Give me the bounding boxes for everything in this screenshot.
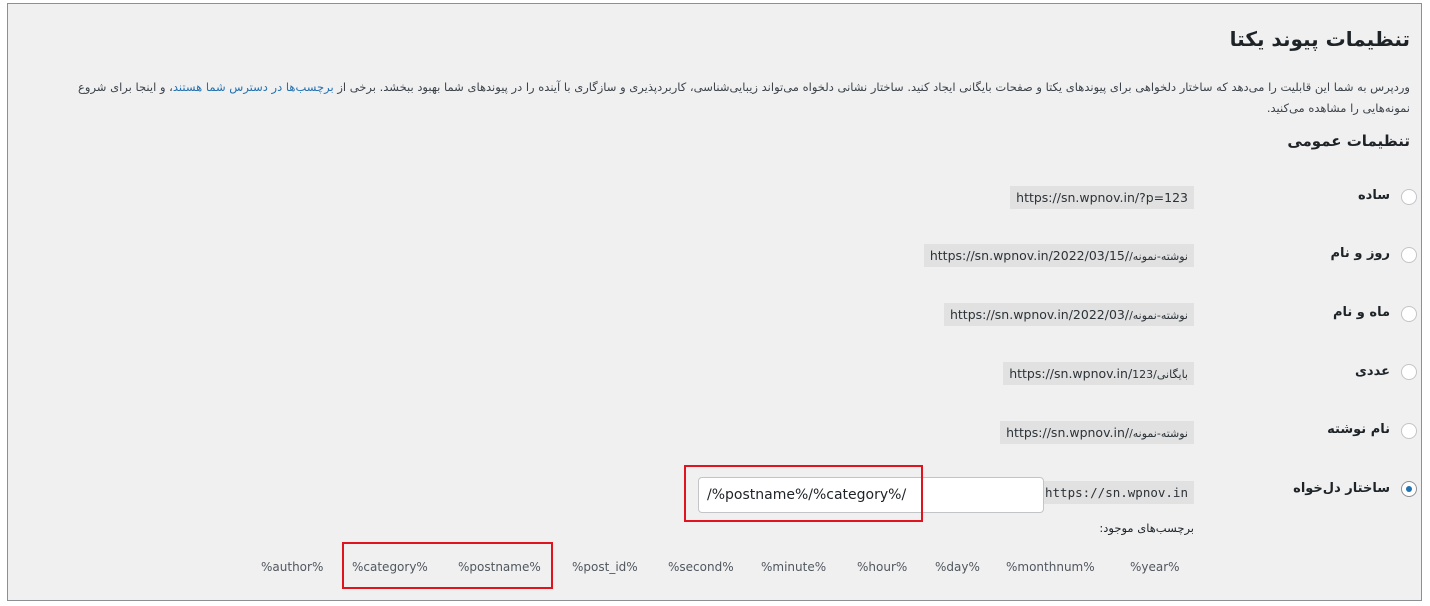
intro-text: وردپرس به شما این قابلیت را می‌دهد که سا… (28, 77, 1410, 119)
tag-minute[interactable]: %minute% (761, 560, 826, 574)
radio-day-and-name[interactable] (1401, 247, 1417, 263)
custom-structure-host: https://sn.wpnov.in (1039, 481, 1194, 504)
example-url-post-name-slug: نوشته-نمونه/ (1129, 427, 1188, 440)
available-tags-label: برچسب‌های موجود: (1099, 521, 1194, 535)
example-url-numeric: https://sn.wpnov.in/بایگانی/123 (1003, 362, 1194, 385)
label-post-name[interactable]: نام نوشته (1327, 422, 1390, 437)
example-url-day-and-name: https://sn.wpnov.in/2022/03/15/نوشته-نمو… (923, 244, 1194, 267)
label-month-and-name[interactable]: ماه و نام (1333, 305, 1390, 320)
radio-post-name[interactable] (1401, 423, 1417, 439)
highlight-box-input (684, 465, 923, 522)
radio-custom-structure[interactable] (1401, 481, 1417, 497)
tag-monthnum[interactable]: %monthnum% (1006, 560, 1095, 574)
page-title: تنظیمات پیوند یکتا (1229, 27, 1410, 51)
tag-hour[interactable]: %hour% (857, 560, 907, 574)
section-title-common-settings: تنظیمات عمومی (1287, 132, 1410, 150)
example-url-numeric-slug: بایگانی/123 (1132, 368, 1188, 381)
intro-text-line2: نمونه‌هایی را مشاهده می‌کنید. (1266, 101, 1410, 115)
radio-month-and-name[interactable] (1401, 306, 1417, 322)
radio-numeric[interactable] (1401, 364, 1417, 380)
label-day-and-name[interactable]: روز و نام (1331, 246, 1390, 261)
tag-year[interactable]: %year% (1130, 560, 1180, 574)
example-url-month-and-name-slug: نوشته-نمونه/ (1129, 309, 1188, 322)
label-plain[interactable]: ساده (1358, 188, 1390, 203)
example-url-plain: https://sn.wpnov.in/?p=123 (1010, 186, 1194, 209)
highlight-box-tags (342, 542, 553, 589)
intro-text-part1: وردپرس به شما این قابلیت را می‌دهد که سا… (337, 80, 1410, 94)
tag-day[interactable]: %day% (935, 560, 980, 574)
example-url-post-name-prefix: https://sn.wpnov.in/ (1006, 425, 1130, 440)
example-url-plain-prefix: https://sn.wpnov.in/?p=123 (1016, 190, 1188, 205)
example-url-numeric-prefix: https://sn.wpnov.in/ (1009, 366, 1133, 381)
tag-post-id[interactable]: %post_id% (572, 560, 638, 574)
example-url-post-name: https://sn.wpnov.in/نوشته-نمونه/ (1000, 421, 1194, 444)
tag-author[interactable]: %author% (261, 560, 323, 574)
radio-plain[interactable] (1401, 189, 1417, 205)
available-tags-link[interactable]: برچسب‌ها در دسترس شما هستند (173, 80, 334, 94)
example-url-month-and-name: https://sn.wpnov.in/2022/03/نوشته-نمونه/ (943, 303, 1194, 326)
label-custom-structure[interactable]: ساختار دل‌خواه (1293, 481, 1390, 496)
tag-second[interactable]: %second% (668, 560, 734, 574)
example-url-day-and-name-slug: نوشته-نمونه/ (1129, 250, 1188, 263)
label-numeric[interactable]: عددی (1355, 364, 1390, 379)
example-url-month-and-name-prefix: https://sn.wpnov.in/2022/03/ (949, 307, 1130, 322)
example-url-day-and-name-prefix: https://sn.wpnov.in/2022/03/15/ (929, 248, 1130, 263)
intro-text-part2: ، و اینجا برای شروع (78, 80, 173, 94)
